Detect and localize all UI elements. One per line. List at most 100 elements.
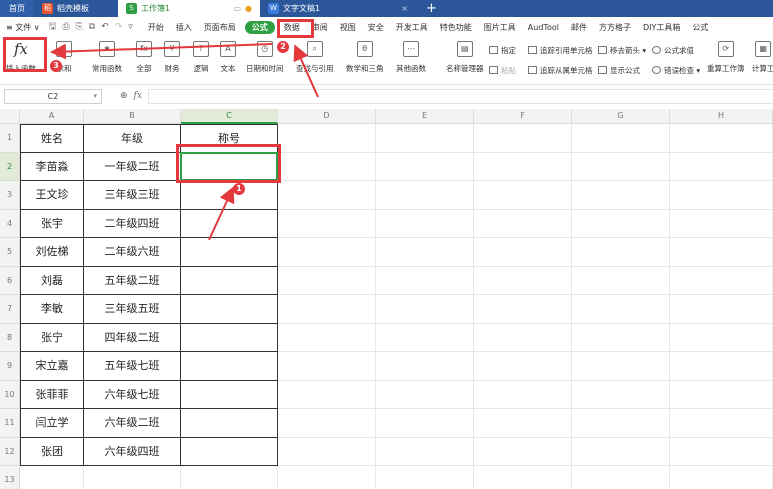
cell-e7[interactable] (376, 295, 474, 324)
cell-h13[interactable] (670, 466, 773, 489)
fx-label[interactable]: fx (134, 91, 142, 101)
preview-icon[interactable]: ⧉ (86, 22, 98, 32)
cell-f11[interactable] (474, 409, 572, 438)
cell-e8[interactable] (376, 323, 474, 352)
cell-g10[interactable] (572, 380, 670, 409)
cell-f7[interactable] (474, 295, 572, 324)
cell-h7[interactable] (670, 295, 773, 324)
close-tab-icon[interactable]: × (401, 4, 408, 13)
cell-g5[interactable] (572, 238, 670, 267)
finance-functions-button[interactable]: ¥ 财务 (164, 41, 180, 74)
column-header-g[interactable]: G (572, 109, 670, 124)
cell-b11[interactable]: 六年级二班 (84, 409, 181, 438)
cell-c8[interactable] (181, 323, 278, 352)
cell-c10[interactable] (181, 380, 278, 409)
cell-e4[interactable] (376, 209, 474, 238)
cell-h12[interactable] (670, 437, 773, 466)
all-functions-button[interactable]: fx 全部 (136, 41, 152, 74)
paste-name-button[interactable]: 粘贴 (489, 65, 516, 76)
chevron-down-icon[interactable]: ▾ (93, 90, 97, 103)
menu-features[interactable]: 特色功能 (434, 22, 478, 33)
cell-g1[interactable] (572, 124, 670, 153)
cell-e12[interactable] (376, 437, 474, 466)
cell-b8[interactable]: 四年级二班 (84, 323, 181, 352)
row-header[interactable]: 11 (0, 409, 20, 438)
cell-a4[interactable]: 张宇 (20, 209, 84, 238)
cell-a9[interactable]: 宋立嘉 (20, 352, 84, 381)
cell-e5[interactable] (376, 238, 474, 267)
cell-h10[interactable] (670, 380, 773, 409)
cell-f2[interactable] (474, 152, 572, 181)
cell-c11[interactable] (181, 409, 278, 438)
cell-h8[interactable] (670, 323, 773, 352)
tab-home[interactable]: 首页 (0, 0, 34, 17)
cell-d3[interactable] (278, 181, 376, 210)
row-header[interactable]: 8 (0, 323, 20, 352)
cell-e6[interactable] (376, 266, 474, 295)
cell-c6[interactable] (181, 266, 278, 295)
trace-precedents-button[interactable]: 追踪引用单元格 (528, 45, 593, 56)
cell-g2[interactable] (572, 152, 670, 181)
row-header[interactable]: 2 (0, 152, 20, 181)
cell-f13[interactable] (474, 466, 572, 489)
cell-d7[interactable] (278, 295, 376, 324)
cell-f12[interactable] (474, 437, 572, 466)
common-functions-button[interactable]: ★ 常用函数 (92, 41, 122, 74)
cell-c3[interactable] (181, 181, 278, 210)
menu-fangfang[interactable]: 方方格子 (593, 22, 637, 33)
lookup-functions-button[interactable]: ⌕ 查找与引用 (296, 41, 334, 74)
select-all-corner[interactable] (0, 109, 20, 124)
cell-h2[interactable] (670, 152, 773, 181)
column-header-h[interactable]: H (670, 109, 773, 124)
cell-e9[interactable] (376, 352, 474, 381)
menu-developer[interactable]: 开发工具 (390, 22, 434, 33)
customize-icon[interactable]: ▿ (125, 22, 136, 32)
file-menu[interactable]: ≡ 文件 ∨ (0, 22, 46, 33)
cell-a10[interactable]: 张菲菲 (20, 380, 84, 409)
remove-arrows-button[interactable]: 移去箭头 ▾ (598, 45, 646, 56)
cell-f10[interactable] (474, 380, 572, 409)
cell-d13[interactable] (278, 466, 376, 489)
cell-a5[interactable]: 刘佐梯 (20, 238, 84, 267)
menu-audtool[interactable]: AudTool (522, 23, 565, 32)
cell-e2[interactable] (376, 152, 474, 181)
menu-diy-tools[interactable]: DIY工具箱 (637, 22, 686, 33)
column-header-d[interactable]: D (278, 109, 376, 124)
cell-g9[interactable] (572, 352, 670, 381)
cell-b10[interactable]: 六年级七班 (84, 380, 181, 409)
cell-f5[interactable] (474, 238, 572, 267)
error-check-button[interactable]: 错误检查 ▾ (652, 65, 700, 76)
row-header[interactable]: 3 (0, 181, 20, 210)
column-header-c[interactable]: C (181, 109, 278, 124)
formula-input[interactable] (147, 88, 773, 104)
cell-g6[interactable] (572, 266, 670, 295)
row-header[interactable]: 9 (0, 352, 20, 381)
recalc-workbook-button[interactable]: ⟳ 重算工作簿 (707, 41, 745, 74)
cell-h9[interactable] (670, 352, 773, 381)
cell-d2[interactable] (278, 152, 376, 181)
cell-d9[interactable] (278, 352, 376, 381)
cell-a3[interactable]: 王文珍 (20, 181, 84, 210)
print-preview-icon[interactable]: ⎙ (59, 22, 72, 32)
cell-a13[interactable] (20, 466, 84, 489)
row-header[interactable]: 5 (0, 238, 20, 267)
undo-icon[interactable]: ↶ (98, 22, 112, 32)
cell-b1[interactable]: 年级 (84, 124, 181, 153)
cell-g13[interactable] (572, 466, 670, 489)
zoom-icon[interactable]: ⊕ (120, 91, 128, 101)
cell-g8[interactable] (572, 323, 670, 352)
row-header[interactable]: 7 (0, 295, 20, 324)
cell-h1[interactable] (670, 124, 773, 153)
cell-b3[interactable]: 三年级三班 (84, 181, 181, 210)
evaluate-formula-button[interactable]: 公式求值 (652, 45, 694, 56)
cell-b5[interactable]: 二年级六班 (84, 238, 181, 267)
cell-b7[interactable]: 三年级五班 (84, 295, 181, 324)
cell-h5[interactable] (670, 238, 773, 267)
cell-c5[interactable] (181, 238, 278, 267)
menu-mail[interactable]: 邮件 (565, 22, 593, 33)
menu-start[interactable]: 开始 (142, 22, 170, 33)
cell-d10[interactable] (278, 380, 376, 409)
cell-c9[interactable] (181, 352, 278, 381)
tab-document[interactable]: W 文字文稿1 × (260, 0, 416, 17)
print-icon[interactable]: ⎘ (73, 22, 86, 32)
